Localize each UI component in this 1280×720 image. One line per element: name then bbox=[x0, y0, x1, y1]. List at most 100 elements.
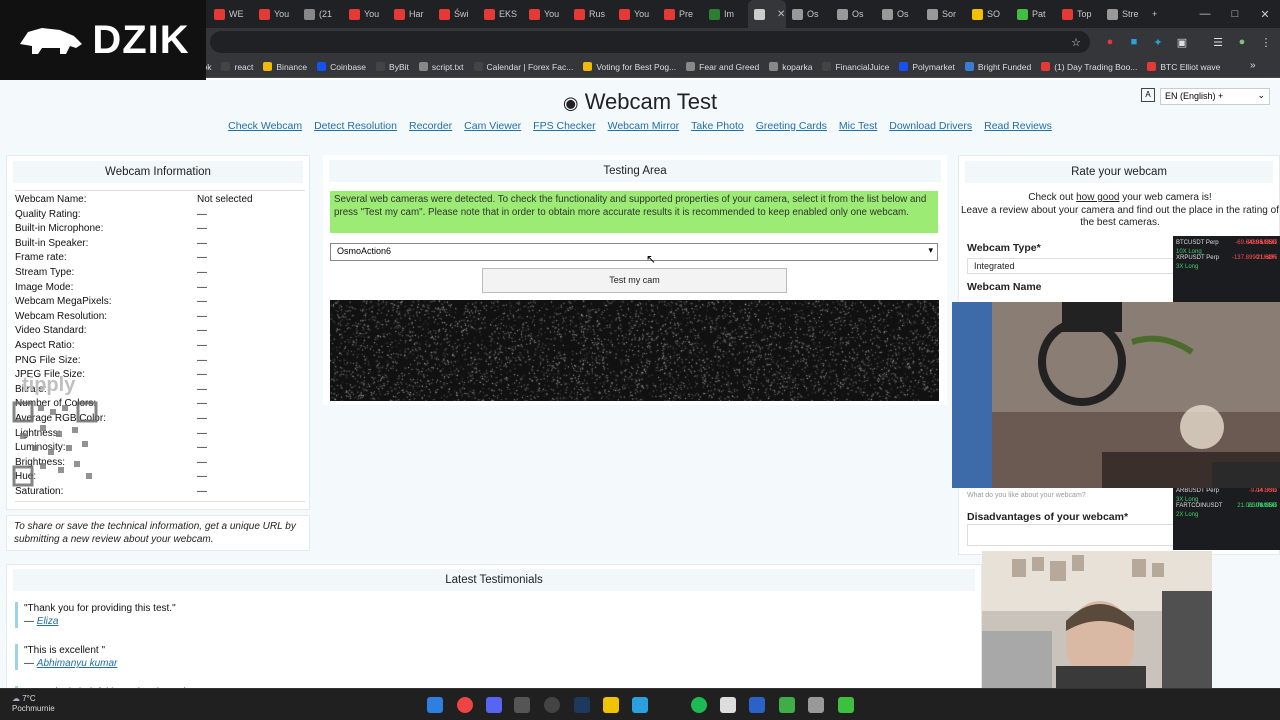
bookmark-item[interactable]: BTC Elliot wave bbox=[1142, 62, 1225, 72]
nav-link[interactable]: Check Webcam bbox=[228, 120, 302, 132]
browser-tab[interactable]: You bbox=[343, 0, 388, 28]
bookmark-item[interactable]: FinancialJuice bbox=[817, 62, 894, 72]
bookmark-item[interactable]: Polymarket bbox=[894, 62, 960, 72]
weather-widget[interactable]: ☁ 7°C Pochmurnie bbox=[12, 694, 55, 714]
tab-favicon-icon bbox=[837, 9, 848, 20]
notepad-icon[interactable] bbox=[749, 697, 765, 713]
windows-start-icon[interactable] bbox=[427, 697, 443, 713]
bookmark-item[interactable]: Voting for Best Pog... bbox=[578, 62, 681, 72]
folder-icon[interactable] bbox=[603, 697, 619, 713]
test-my-cam-button[interactable]: Test my cam bbox=[482, 268, 787, 293]
star-icon[interactable]: ☆ bbox=[1068, 34, 1084, 50]
browser-tab[interactable]: Rus bbox=[568, 0, 613, 28]
browser-tab[interactable]: SO bbox=[966, 0, 1011, 28]
browser-tab[interactable]: Pat bbox=[1011, 0, 1056, 28]
close-tab-icon[interactable]: ✕ bbox=[777, 9, 785, 20]
browser-tab[interactable]: Os bbox=[831, 0, 876, 28]
spotify-icon[interactable] bbox=[691, 697, 707, 713]
browser-tab[interactable]: Sor bbox=[921, 0, 966, 28]
obs-icon[interactable] bbox=[544, 697, 560, 713]
testimonial-author-link[interactable]: Eliza bbox=[37, 616, 59, 627]
app-icon[interactable] bbox=[514, 697, 530, 713]
extension-icon[interactable]: ✦ bbox=[1150, 34, 1166, 50]
nav-link[interactable]: Cam Viewer bbox=[464, 120, 521, 132]
how-good-link[interactable]: how good bbox=[1076, 192, 1119, 203]
bookmark-label: ByBit bbox=[389, 62, 409, 72]
browser-tab[interactable]: ✕ bbox=[748, 0, 786, 28]
tab-favicon-icon bbox=[439, 9, 450, 20]
nav-link[interactable]: Download Drivers bbox=[889, 120, 972, 132]
bookmark-item[interactable]: Bright Funded bbox=[960, 62, 1036, 72]
logo-text: DZIK bbox=[92, 18, 189, 63]
bookmark-item[interactable]: react bbox=[216, 62, 258, 72]
webcam-type-select[interactable]: Integrated bbox=[967, 258, 1177, 274]
translate-icon[interactable]: A bbox=[1141, 88, 1155, 102]
app-icon[interactable] bbox=[838, 697, 854, 713]
browser-tab[interactable]: Os bbox=[786, 0, 831, 28]
calculator-icon[interactable] bbox=[808, 697, 824, 713]
nav-link[interactable]: Detect Resolution bbox=[314, 120, 397, 132]
browser-tab[interactable]: Pre bbox=[658, 0, 703, 28]
ticker-sub: 3X Long bbox=[1176, 263, 1277, 272]
disadvantages-input[interactable] bbox=[967, 524, 1177, 546]
tab-favicon-icon bbox=[1017, 9, 1028, 20]
bookmark-item[interactable]: ByBit bbox=[371, 62, 414, 72]
browser-tab[interactable]: Har bbox=[388, 0, 433, 28]
language-select[interactable]: EN (English) + ⌄ bbox=[1160, 88, 1270, 105]
bookmark-item[interactable]: Fear and Greed bbox=[681, 62, 764, 72]
app-icon[interactable] bbox=[720, 697, 736, 713]
nav-link[interactable]: Recorder bbox=[409, 120, 452, 132]
extension-icon[interactable]: ● bbox=[1102, 34, 1118, 50]
nav-link[interactable]: Read Reviews bbox=[984, 120, 1052, 132]
nav-link[interactable]: Greeting Cards bbox=[756, 120, 827, 132]
maximize-button[interactable]: □ bbox=[1220, 0, 1250, 28]
tab-favicon-icon bbox=[259, 9, 270, 20]
new-tab-button[interactable]: + bbox=[1146, 0, 1163, 28]
browser-tab[interactable]: (21 bbox=[298, 0, 343, 28]
browser-tab[interactable]: Stre bbox=[1101, 0, 1146, 28]
bookmark-item[interactable]: Binance bbox=[258, 62, 312, 72]
nav-link[interactable]: Take Photo bbox=[691, 120, 744, 132]
info-value: — bbox=[197, 238, 207, 249]
testimonial-author-link[interactable]: Abhimanyu kumar bbox=[37, 658, 118, 669]
ticker-row: BTCUSDT Perp 10X Long -69.6439 USDT -6.25% -… bbox=[1176, 239, 1277, 248]
browser-tab[interactable]: You bbox=[523, 0, 568, 28]
address-bar[interactable] bbox=[210, 31, 1090, 53]
menu-icon[interactable]: ⋮ bbox=[1258, 34, 1274, 50]
browser-tab[interactable]: Top bbox=[1056, 0, 1101, 28]
browser-tab[interactable]: You bbox=[253, 0, 298, 28]
info-value: — bbox=[197, 209, 207, 220]
minimize-button[interactable]: — bbox=[1190, 0, 1220, 28]
close-window-button[interactable]: ✕ bbox=[1250, 0, 1280, 28]
browser-tab[interactable]: WE bbox=[208, 0, 253, 28]
extension-icon[interactable]: ■ bbox=[1126, 34, 1142, 50]
testing-area-panel: Testing Area Several web cameras were de… bbox=[323, 155, 947, 405]
bookmark-item[interactable]: script.txt bbox=[414, 62, 469, 72]
bookmark-item[interactable]: Coinbase bbox=[312, 62, 371, 72]
steam-icon[interactable] bbox=[574, 697, 590, 713]
bookmark-item[interactable]: Calendar | Forex Fac... bbox=[469, 62, 579, 72]
nav-link[interactable]: Webcam Mirror bbox=[608, 120, 680, 132]
tab-favicon-icon bbox=[484, 9, 495, 20]
reading-list-icon[interactable]: ☰ bbox=[1210, 34, 1226, 50]
browser-tab[interactable]: Świ bbox=[433, 0, 478, 28]
chevron-right-icon[interactable]: » bbox=[1250, 60, 1256, 71]
info-label: Webcam MegaPixels: bbox=[15, 296, 112, 307]
avatar[interactable]: ● bbox=[1234, 34, 1250, 50]
browser-tab[interactable]: You bbox=[613, 0, 658, 28]
browser-tab[interactable]: Os bbox=[876, 0, 921, 28]
testimonial-text: "This is excellent " bbox=[24, 644, 117, 657]
app-icon[interactable] bbox=[632, 697, 648, 713]
nav-link[interactable]: Mic Test bbox=[839, 120, 877, 132]
app-icon[interactable] bbox=[779, 697, 795, 713]
discord-icon[interactable] bbox=[486, 697, 502, 713]
nav-link[interactable]: FPS Checker bbox=[533, 120, 595, 132]
bookmark-label: FinancialJuice bbox=[835, 62, 889, 72]
bookmark-item[interactable]: (1) Day Trading Boo... bbox=[1036, 62, 1142, 72]
browser-tab[interactable]: EKS bbox=[478, 0, 523, 28]
browser-tab[interactable]: Im bbox=[703, 0, 748, 28]
bookmark-item[interactable]: koparka bbox=[764, 62, 817, 72]
puzzle-icon[interactable]: ▣ bbox=[1174, 34, 1190, 50]
camera-select[interactable]: OsmoAction6 ▾ bbox=[330, 243, 938, 261]
chrome-icon[interactable] bbox=[457, 697, 473, 713]
